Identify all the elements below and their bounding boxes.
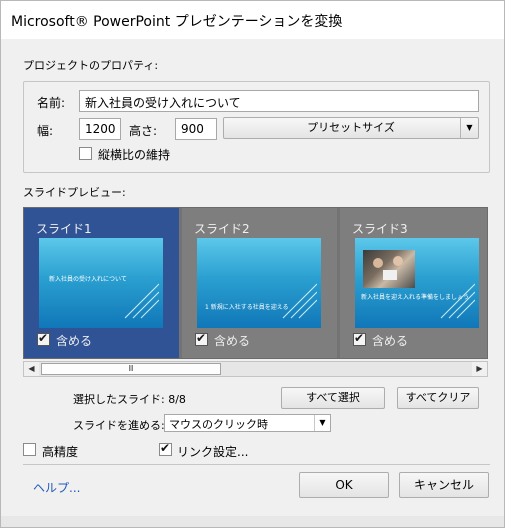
- checkmark-icon: ✔: [196, 331, 207, 345]
- project-properties-label: プロジェクトのプロパティ:: [23, 59, 159, 72]
- selected-slides-label: 選択したスライド: 8/8: [73, 393, 186, 406]
- preset-size-dropdown[interactable]: プリセットサイズ ▼: [223, 117, 479, 139]
- slide-1-thumbnail: 新入社員の受け入れについて: [39, 238, 163, 328]
- high-quality-checkbox[interactable]: [23, 443, 36, 456]
- checkmark-icon: ✔: [160, 441, 171, 455]
- chevron-down-icon: ▼: [314, 415, 330, 431]
- slide-1-label: スライド1: [36, 222, 92, 236]
- grip-icon: Ⅲ: [128, 364, 134, 373]
- link-settings-label: リンク設定...: [177, 445, 249, 459]
- width-field[interactable]: 1200: [79, 118, 121, 140]
- preview-scrollbar[interactable]: ◀ Ⅲ ▶: [23, 361, 488, 377]
- slide-panel-2[interactable]: スライド2 1 新規に入社する社員を迎える ✔ 含める: [182, 208, 337, 358]
- slide-2-include-checkbox[interactable]: ✔: [195, 331, 208, 346]
- link-settings-checkbox[interactable]: ✔: [159, 441, 172, 456]
- slide-1-include-label: 含める: [56, 334, 93, 348]
- advance-slides-label: スライドを進める:: [73, 419, 165, 432]
- decorative-lines-icon: [440, 283, 475, 319]
- window-title: Microsoft® PowerPoint プレゼンテーションを変換: [11, 14, 343, 30]
- name-field[interactable]: 新入社員の受け入れについて: [79, 90, 479, 112]
- scroll-right-icon[interactable]: ▶: [472, 362, 487, 376]
- slide-panel-1[interactable]: スライド1 新入社員の受け入れについて ✔ 含める: [24, 208, 179, 358]
- aspect-ratio-label: 縦横比の維持: [98, 148, 171, 162]
- scroll-left-icon[interactable]: ◀: [24, 362, 39, 376]
- convert-dialog: Microsoft® PowerPoint プレゼンテーションを変換 プロジェク…: [0, 0, 505, 528]
- advance-slides-value: マウスのクリック時: [169, 418, 268, 431]
- slide-1-thumb-text: 新入社員の受け入れについて: [49, 276, 127, 283]
- slide-preview-label: スライドプレビュー:: [23, 186, 126, 199]
- title-bar: Microsoft® PowerPoint プレゼンテーションを変換: [1, 1, 504, 39]
- decorative-lines-icon: [282, 283, 317, 319]
- slide-preview-strip: スライド1 新入社員の受け入れについて ✔ 含める スライド2 1 新規に入社す…: [23, 207, 488, 359]
- cancel-button[interactable]: キャンセル: [399, 472, 489, 498]
- select-all-button[interactable]: すべて選択: [281, 387, 385, 409]
- chevron-down-icon: ▼: [460, 118, 478, 138]
- checkmark-icon: ✔: [38, 331, 49, 345]
- name-label: 名前:: [37, 96, 66, 110]
- separator: [23, 464, 490, 465]
- bottom-strip: [1, 516, 504, 527]
- decorative-lines-icon: [124, 283, 159, 319]
- height-label: 高さ:: [129, 124, 158, 138]
- slide-3-photo: [363, 250, 415, 288]
- slide-2-thumb-text: 1 新規に入社する社員を迎える: [205, 304, 289, 311]
- slide-3-label: スライド3: [352, 222, 408, 236]
- ok-button[interactable]: OK: [299, 472, 389, 498]
- scroll-thumb[interactable]: Ⅲ: [41, 363, 221, 375]
- preset-size-label: プリセットサイズ: [307, 121, 395, 134]
- slide-2-label: スライド2: [194, 222, 250, 236]
- slide-2-thumbnail: 1 新規に入社する社員を迎える: [197, 238, 321, 328]
- slide-1-include-checkbox[interactable]: ✔: [37, 331, 50, 346]
- width-label: 幅:: [37, 124, 54, 138]
- slide-2-include-label: 含める: [214, 334, 251, 348]
- slide-3-thumbnail: 新入社員を迎え入れる準備をしましょう: [355, 238, 479, 328]
- advance-slides-select[interactable]: マウスのクリック時 ▼: [164, 414, 331, 432]
- aspect-ratio-checkbox[interactable]: [79, 147, 92, 160]
- checkmark-icon: ✔: [354, 331, 365, 345]
- slide-3-include-label: 含める: [372, 334, 409, 348]
- height-field[interactable]: 900: [175, 118, 217, 140]
- high-quality-label: 高精度: [42, 445, 79, 459]
- slide-3-include-checkbox[interactable]: ✔: [353, 331, 366, 346]
- help-link[interactable]: ヘルプ...: [33, 479, 80, 496]
- slide-panel-3[interactable]: スライド3 新入社員を迎え入れる準備をしましょう ✔ 含める: [340, 208, 487, 358]
- clear-all-button[interactable]: すべてクリア: [397, 387, 479, 409]
